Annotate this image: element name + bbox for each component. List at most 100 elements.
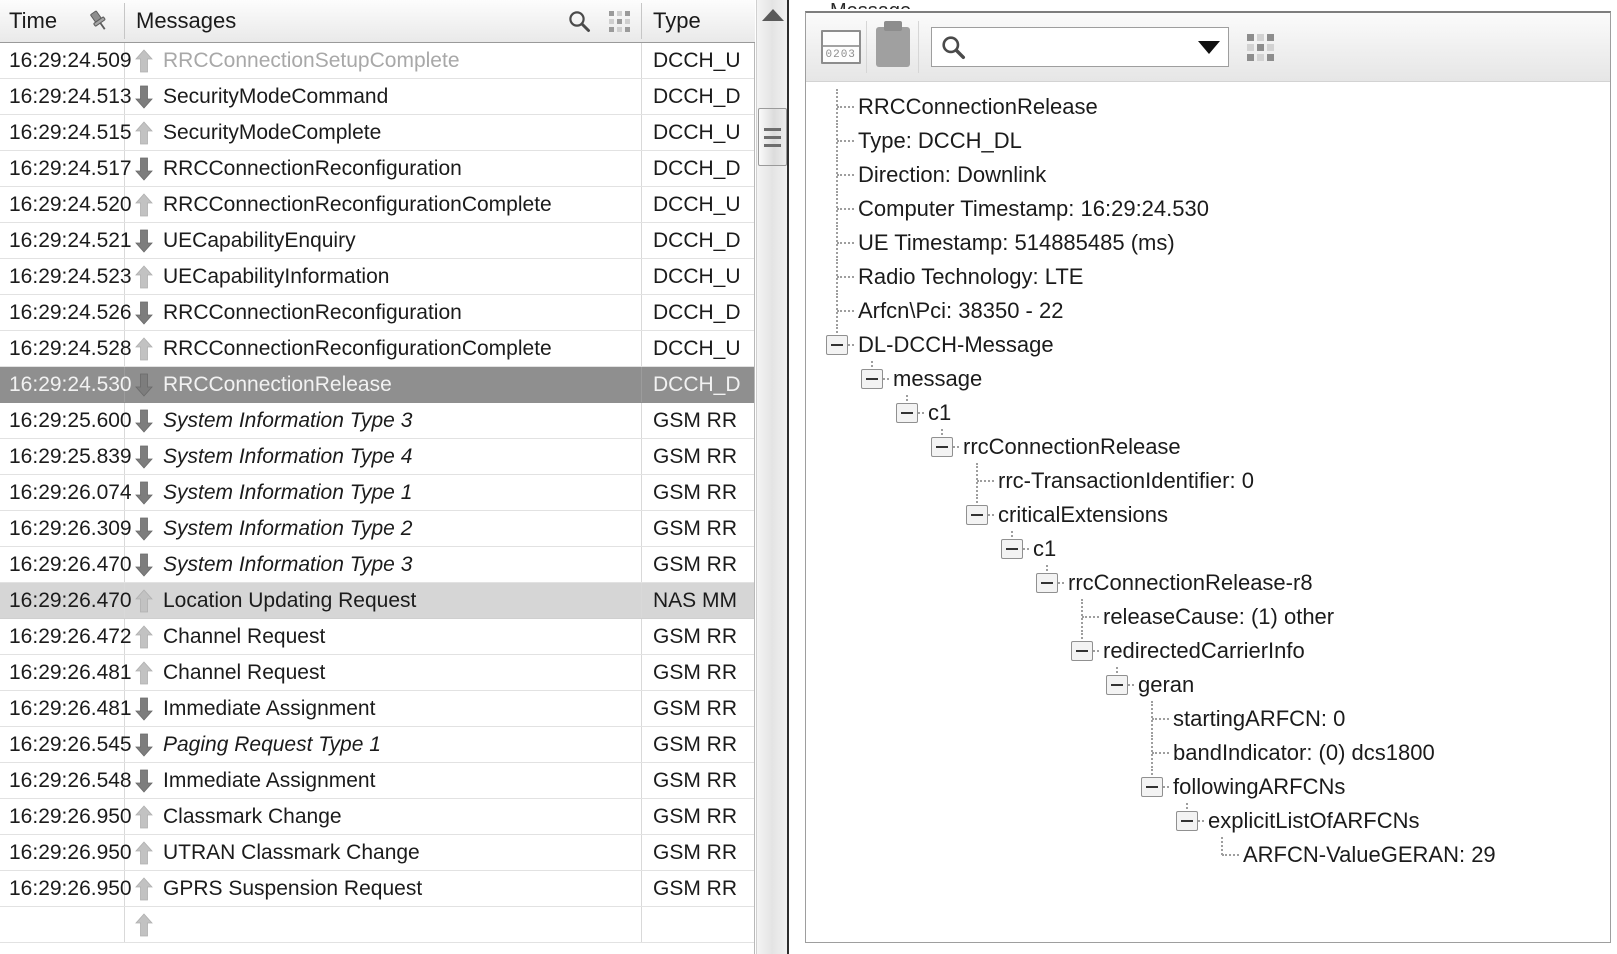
tree-node-expandable[interactable]: followingARFCNs bbox=[806, 769, 1610, 804]
table-row[interactable]: 16:29:24.520 RRCConnectionReconfiguration… bbox=[0, 187, 754, 223]
asn1-detail-tree[interactable]: RRCConnectionRelease Type: DCCH_DL Directi… bbox=[806, 83, 1610, 942]
minus-icon[interactable] bbox=[1106, 675, 1128, 695]
minus-icon[interactable] bbox=[1001, 539, 1023, 559]
message-rows-viewport[interactable]: 16:29:24.509 RRCConnectionSetupComplete DC… bbox=[0, 43, 755, 954]
cell-type: DCCH_D bbox=[653, 84, 741, 108]
table-row[interactable]: 16:29:25.839 System Information Type 4 GSM… bbox=[0, 439, 754, 475]
collapse-expander-icon[interactable] bbox=[855, 361, 889, 396]
message-label: Paging Request Type 1 bbox=[163, 732, 381, 756]
cell-type: GSM RR bbox=[653, 408, 737, 432]
table-row[interactable]: 16:29:24.523 UECapabilityInformation DCCH_… bbox=[0, 259, 754, 295]
collapse-expander-icon[interactable] bbox=[995, 531, 1029, 566]
minus-icon[interactable] bbox=[861, 369, 883, 389]
table-row[interactable]: 16:29:26.545 Paging Request Type 1 GSM RR bbox=[0, 727, 754, 763]
tree-node-expandable[interactable]: explicitListOfARFCNs bbox=[806, 803, 1610, 838]
minus-icon[interactable] bbox=[1036, 573, 1058, 593]
collapse-expander-icon[interactable] bbox=[1100, 667, 1134, 702]
tree-node-expandable[interactable]: c1 bbox=[806, 531, 1610, 566]
scroll-up-button[interactable] bbox=[757, 0, 788, 30]
collapse-expander-icon[interactable] bbox=[890, 395, 924, 430]
collapse-expander-icon[interactable] bbox=[1030, 565, 1064, 600]
tree-node-leaf[interactable]: Radio Technology: LTE bbox=[806, 259, 1610, 295]
copy-to-clipboard-button[interactable] bbox=[867, 21, 919, 73]
table-row[interactable]: 16:29:26.548 Immediate Assignment GSM RR bbox=[0, 763, 754, 799]
grid-icon[interactable] bbox=[609, 10, 630, 32]
tree-node-leaf[interactable]: Arfcn\Pci: 38350 - 22 bbox=[806, 293, 1610, 329]
tree-node-leaf[interactable]: RRCConnectionRelease bbox=[806, 89, 1610, 125]
table-row[interactable]: 16:29:26.481 Immediate Assignment GSM RR bbox=[0, 691, 754, 727]
collapse-expander-icon[interactable] bbox=[960, 497, 994, 532]
table-row[interactable]: 16:29:25.600 System Information Type 3 GSM… bbox=[0, 403, 754, 439]
message-label: RRCConnectionReconfiguration bbox=[163, 156, 462, 180]
cell-time: 16:29:26.950 bbox=[0, 799, 132, 834]
table-row[interactable]: 16:29:24.521 UECapabilityEnquiry DCCH_D bbox=[0, 223, 754, 259]
search-icon[interactable] bbox=[567, 9, 591, 33]
tree-node-leaf[interactable]: bandIndicator: (0) dcs1800 bbox=[806, 735, 1610, 771]
minus-icon[interactable] bbox=[931, 437, 953, 457]
chevron-down-icon[interactable] bbox=[1198, 40, 1220, 54]
tree-node-leaf[interactable]: Direction: Downlink bbox=[806, 157, 1610, 193]
tree-node-expandable[interactable]: criticalExtensions bbox=[806, 497, 1610, 532]
tree-node-expandable[interactable]: redirectedCarrierInfo bbox=[806, 633, 1610, 668]
tree-node-leaf[interactable]: Type: DCCH_DL bbox=[806, 123, 1610, 159]
tree-node-leaf[interactable]: ARFCN-ValueGERAN: 29 bbox=[806, 837, 1610, 872]
scrollbar-thumb[interactable] bbox=[758, 108, 787, 166]
collapse-expander-icon[interactable] bbox=[1135, 769, 1169, 804]
pin-icon[interactable] bbox=[87, 9, 111, 33]
table-row[interactable]: 16:29:24.528 RRCConnectionReconfiguration… bbox=[0, 331, 754, 367]
detail-search-input[interactable] bbox=[972, 35, 1198, 59]
tree-node-label: Radio Technology: LTE bbox=[858, 264, 1084, 289]
minus-icon[interactable] bbox=[896, 403, 918, 423]
table-row[interactable]: 16:29:26.481 Channel Request GSM RR bbox=[0, 655, 754, 691]
table-row[interactable]: 16:29:24.513 SecurityModeCommand DCCH_D bbox=[0, 79, 754, 115]
application-window: Time Messages Type 16:29:24.509 RRCConne… bbox=[0, 0, 1617, 954]
table-row[interactable]: 16:29:26.472 Channel Request GSM RR bbox=[0, 619, 754, 655]
table-row[interactable]: 16:29:26.950 UTRAN Classmark Change GSM RR bbox=[0, 835, 754, 871]
tree-node-expandable[interactable]: DL-DCCH-Message bbox=[806, 327, 1610, 362]
cell-message: RRCConnectionReconfigurationComplete bbox=[125, 331, 642, 366]
tree-node-expandable[interactable]: message bbox=[806, 361, 1610, 396]
collapse-expander-icon[interactable] bbox=[1065, 633, 1099, 668]
tree-node-expandable[interactable]: geran bbox=[806, 667, 1610, 702]
cell-time: 16:29:24.513 bbox=[0, 79, 132, 114]
table-row[interactable]: 16:29:26.470 Location Updating Request NAS… bbox=[0, 583, 754, 619]
table-row[interactable]: 16:29:24.515 SecurityModeComplete DCCH_U bbox=[0, 115, 754, 151]
table-row[interactable]: 16:29:24.509 RRCConnectionSetupComplete DC… bbox=[0, 43, 754, 79]
cell-message: RRCConnectionReconfiguration bbox=[125, 151, 642, 186]
column-header-time[interactable]: Time bbox=[0, 0, 125, 42]
minus-icon[interactable] bbox=[1071, 641, 1093, 661]
table-row[interactable]: 16:29:24.526 RRCConnectionReconfiguration… bbox=[0, 295, 754, 331]
table-row[interactable]: 16:29:26.309 System Information Type 2 GSM… bbox=[0, 511, 754, 547]
tree-node-expandable[interactable]: rrcConnectionRelease-r8 bbox=[806, 565, 1610, 600]
tree-node-expandable[interactable]: rrcConnectionRelease bbox=[806, 429, 1610, 464]
table-row[interactable]: 16:29:26.074 System Information Type 1 GSM… bbox=[0, 475, 754, 511]
cell-time: 16:29:25.839 bbox=[0, 439, 132, 474]
column-header-messages[interactable]: Messages bbox=[125, 0, 642, 42]
table-row[interactable]: 16:29:24.517 RRCConnectionReconfiguration… bbox=[0, 151, 754, 187]
cell-message: RRCConnectionReconfigurationComplete bbox=[125, 187, 642, 222]
table-row[interactable]: 16:29:26.950 Classmark Change GSM RR bbox=[0, 799, 754, 835]
tree-node-leaf[interactable]: Computer Timestamp: 16:29:24.530 bbox=[806, 191, 1610, 227]
table-row[interactable]: 16:29:26.470 System Information Type 3 GSM… bbox=[0, 547, 754, 583]
minus-icon[interactable] bbox=[1176, 811, 1198, 831]
minus-icon[interactable] bbox=[826, 335, 848, 355]
hex-view-button[interactable]: 0203 bbox=[815, 21, 867, 73]
message-list-scrollbar[interactable] bbox=[756, 0, 789, 954]
collapse-expander-icon[interactable] bbox=[820, 327, 854, 362]
tree-node-leaf[interactable]: startingARFCN: 0 bbox=[806, 701, 1610, 737]
tree-node-leaf[interactable]: releaseCause: (1) other bbox=[806, 599, 1610, 635]
tree-node-leaf[interactable]: UE Timestamp: 514885485 (ms) bbox=[806, 225, 1610, 261]
collapse-expander-icon[interactable] bbox=[925, 429, 959, 464]
grid-icon[interactable] bbox=[1247, 33, 1274, 61]
minus-icon[interactable] bbox=[1141, 777, 1163, 797]
minus-icon[interactable] bbox=[966, 505, 988, 525]
tree-node-leaf[interactable]: rrc-TransactionIdentifier: 0 bbox=[806, 463, 1610, 499]
table-row[interactable]: 16:29:26.950 GPRS Suspension Request GSM R… bbox=[0, 871, 754, 907]
cell-time: 16:29:25.600 bbox=[0, 403, 132, 438]
detail-search-box[interactable] bbox=[931, 27, 1229, 67]
tree-node-expandable[interactable]: c1 bbox=[806, 395, 1610, 430]
table-row[interactable]: 16:29:24.530 RRCConnectionRelease DCCH_D bbox=[0, 367, 754, 403]
table-row[interactable] bbox=[0, 907, 754, 943]
collapse-expander-icon[interactable] bbox=[1170, 803, 1204, 838]
column-header-type[interactable]: Type bbox=[642, 0, 755, 42]
